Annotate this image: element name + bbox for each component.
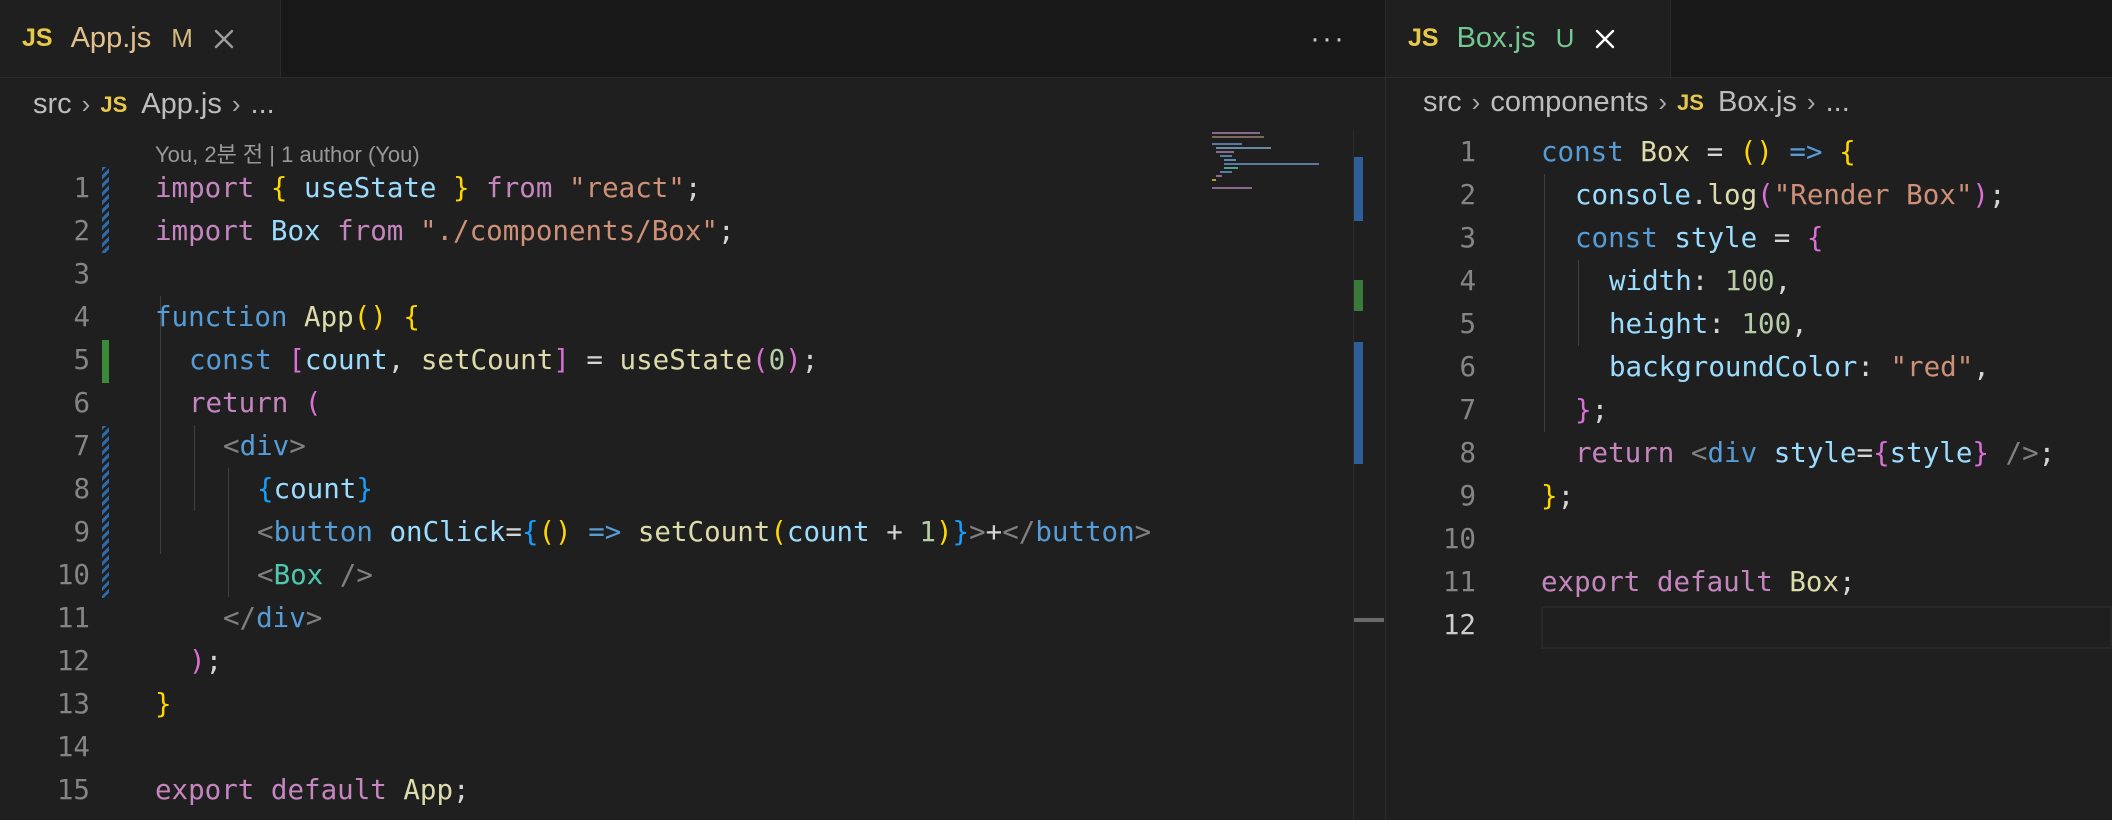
line-number: 7 (1459, 394, 1476, 426)
tab-bar-left: JS App.js M ··· (0, 0, 1385, 78)
line-number: 3 (73, 258, 90, 290)
breadcrumb-folder[interactable]: src (33, 88, 72, 121)
js-file-icon: JS (100, 91, 128, 117)
line-number: 13 (56, 688, 90, 720)
breadcrumb: src › components › JS Box.js › ... (1386, 75, 2112, 130)
js-file-icon: JS (1677, 89, 1704, 115)
editor-group-left: JS App.js M ··· src › JS App.js › ... Yo… (0, 0, 1385, 820)
code-line: {count} (257, 473, 373, 505)
line-number: 12 (56, 645, 90, 677)
line-number: 9 (1459, 480, 1476, 512)
code-line: export default App; (155, 774, 470, 806)
tab-app-js[interactable]: JS App.js M (0, 0, 281, 77)
line-number: 7 (73, 430, 90, 462)
code-line: const [count, setCount] = useState(0); (189, 344, 819, 376)
code-line: }; (1575, 394, 1609, 426)
line-number: 4 (73, 301, 90, 333)
indent-guide (194, 425, 195, 511)
chevron-right-icon: › (1806, 87, 1816, 117)
line-number: 14 (56, 731, 90, 763)
line-number: 8 (73, 473, 90, 505)
code-line: return ( (189, 387, 322, 419)
line-number: 15 (56, 774, 90, 806)
line-number: 10 (1442, 523, 1476, 555)
line-number: 6 (1459, 351, 1476, 383)
tab-box-js[interactable]: JS Box.js U (1386, 0, 1671, 77)
line-number: 2 (1459, 179, 1476, 211)
code-line: <div> (223, 430, 306, 462)
line-number: 12 (1442, 609, 1476, 641)
breadcrumb-symbol[interactable]: ... (251, 88, 275, 121)
more-actions-button[interactable]: ··· (1310, 22, 1346, 56)
code-area-left[interactable]: 1 2 3 4 5 6 7 8 9 10 11 12 13 14 15 import { useState … (0, 167, 1208, 820)
close-icon[interactable] (1590, 24, 1620, 54)
code-line: ); (189, 645, 223, 677)
breadcrumb-file[interactable]: Box.js (1718, 86, 1797, 119)
indent-guide (228, 468, 229, 597)
line-number: 4 (1459, 265, 1476, 297)
line-number: 5 (73, 344, 90, 376)
git-status-badge: U (1555, 23, 1575, 53)
code-line: import Box from "./components/Box"; (155, 215, 735, 247)
code-line: const style = { (1575, 222, 1824, 254)
line-number: 8 (1459, 437, 1476, 469)
breadcrumb-symbol[interactable]: ... (1826, 86, 1850, 119)
code-line: }; (1541, 480, 1575, 512)
line-number: 1 (73, 172, 90, 204)
breadcrumb: src › JS App.js › ... (0, 77, 1385, 132)
indent-guide (1578, 260, 1579, 346)
code-line: <button onClick={() => setCount(count + … (257, 516, 1152, 548)
git-status-badge: M (171, 23, 193, 53)
line-number: 1 (1459, 136, 1476, 168)
line-number: 11 (1442, 566, 1476, 598)
code-line: width: 100, (1609, 265, 1792, 297)
code-area-right[interactable]: 1 2 3 4 5 6 7 8 9 10 11 12 const Box = () => { cons… (1386, 131, 2112, 820)
code-line: } (155, 688, 172, 720)
close-icon[interactable] (209, 24, 239, 54)
line-number: 6 (73, 387, 90, 419)
line-number: 10 (56, 559, 90, 591)
breadcrumb-subfolder[interactable]: components (1490, 86, 1648, 119)
overview-ruler[interactable] (1353, 130, 1384, 820)
code-line: import { useState } from "react"; (155, 172, 702, 204)
line-number: 2 (73, 215, 90, 247)
code-line: const Box = () => { (1541, 136, 1856, 168)
line-number: 9 (73, 516, 90, 548)
breadcrumb-folder[interactable]: src (1423, 86, 1462, 119)
js-file-icon: JS (1408, 24, 1439, 52)
code-line: height: 100, (1609, 308, 1808, 340)
editor-group-right: JS Box.js U src › components › JS Box.js… (1386, 0, 2112, 820)
tab-filename: App.js (70, 22, 152, 54)
tab-bar-right: JS Box.js U (1386, 0, 2112, 78)
chevron-right-icon: › (1658, 87, 1668, 117)
editor-root: JS App.js M ··· src › JS App.js › ... Yo… (0, 0, 2112, 820)
chevron-right-icon: › (231, 89, 241, 119)
code-line: backgroundColor: "red", (1609, 351, 1990, 383)
line-number: 5 (1459, 308, 1476, 340)
line-number: 3 (1459, 222, 1476, 254)
breadcrumb-file[interactable]: App.js (141, 88, 222, 121)
code-line: function App() { (155, 301, 420, 333)
js-file-icon: JS (22, 24, 53, 52)
indent-guide (1544, 174, 1545, 432)
code-line: export default Box; (1541, 566, 1856, 598)
chevron-right-icon: › (1471, 87, 1481, 117)
code-line: </div> (223, 602, 323, 634)
codelens-authors[interactable]: You, 2분 전 | 1 author (You) (155, 137, 420, 169)
line-number: 11 (56, 602, 90, 634)
minimap[interactable] (1208, 130, 1353, 820)
code-line: console.log("Render Box"); (1575, 179, 2006, 211)
tab-filename: Box.js (1456, 22, 1536, 54)
chevron-right-icon: › (81, 89, 91, 119)
code-line: return <div style={style} />; (1575, 437, 2056, 469)
code-line: <Box /> (257, 559, 373, 591)
